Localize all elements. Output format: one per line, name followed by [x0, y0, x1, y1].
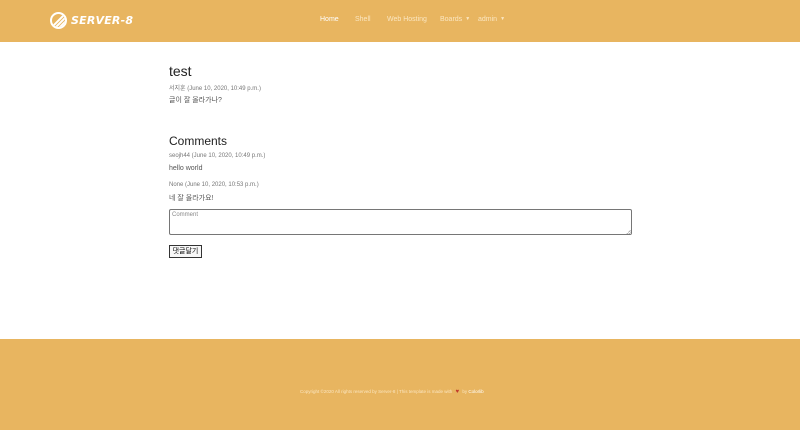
nav-item-admin[interactable]: admin ▼	[478, 16, 505, 23]
nav-item-home[interactable]: Home	[320, 16, 339, 23]
copyright-by: by	[462, 389, 468, 394]
nav-item-web-hosting[interactable]: Web Hosting	[387, 16, 427, 23]
chevron-down-icon: ▼	[500, 16, 506, 22]
site-footer	[0, 339, 800, 430]
comment-meta: seojh44 (June 10, 2020, 10:49 p.m.)	[169, 153, 266, 159]
heart-icon: ♥	[455, 389, 460, 395]
brand-logo[interactable]: SERVER-8	[50, 12, 133, 29]
nav-item-label: Home	[320, 16, 339, 23]
nav-item-label: admin	[478, 16, 498, 23]
comment-input[interactable]	[169, 209, 632, 235]
server-stripes-logo-icon	[50, 12, 67, 29]
colorlib-link[interactable]: Colorlib	[468, 389, 483, 394]
post-title: test	[169, 63, 192, 79]
chevron-down-icon: ▼	[465, 16, 471, 22]
copyright-text: Copyright ©2020 All rights reserved by S…	[300, 389, 453, 394]
site-header: SERVER-8 Home Shell Web Hosting Boards ▼ …	[0, 0, 800, 42]
comment-meta: None (June 10, 2020, 10:53 p.m.)	[169, 182, 259, 188]
nav-item-label: Boards	[440, 16, 463, 23]
comment-text: 네 잘 올라가요!	[169, 195, 214, 202]
comment-text: hello world	[169, 165, 203, 172]
nav-item-label: Shell	[355, 16, 371, 23]
comments-heading: Comments	[169, 134, 228, 148]
nav-item-boards[interactable]: Boards ▼	[440, 16, 470, 23]
nav-item-shell[interactable]: Shell	[355, 16, 371, 23]
brand-name: SERVER-8	[71, 14, 134, 27]
post-content: 글이 잘 올라가나?	[169, 97, 222, 104]
post-meta: 서지훈 (June 10, 2020, 10:49 p.m.)	[169, 86, 261, 92]
nav-item-label: Web Hosting	[387, 16, 427, 23]
footer-copyright: Copyright ©2020 All rights reserved by S…	[300, 389, 484, 395]
submit-comment-button[interactable]: 댓글달기	[169, 245, 202, 258]
